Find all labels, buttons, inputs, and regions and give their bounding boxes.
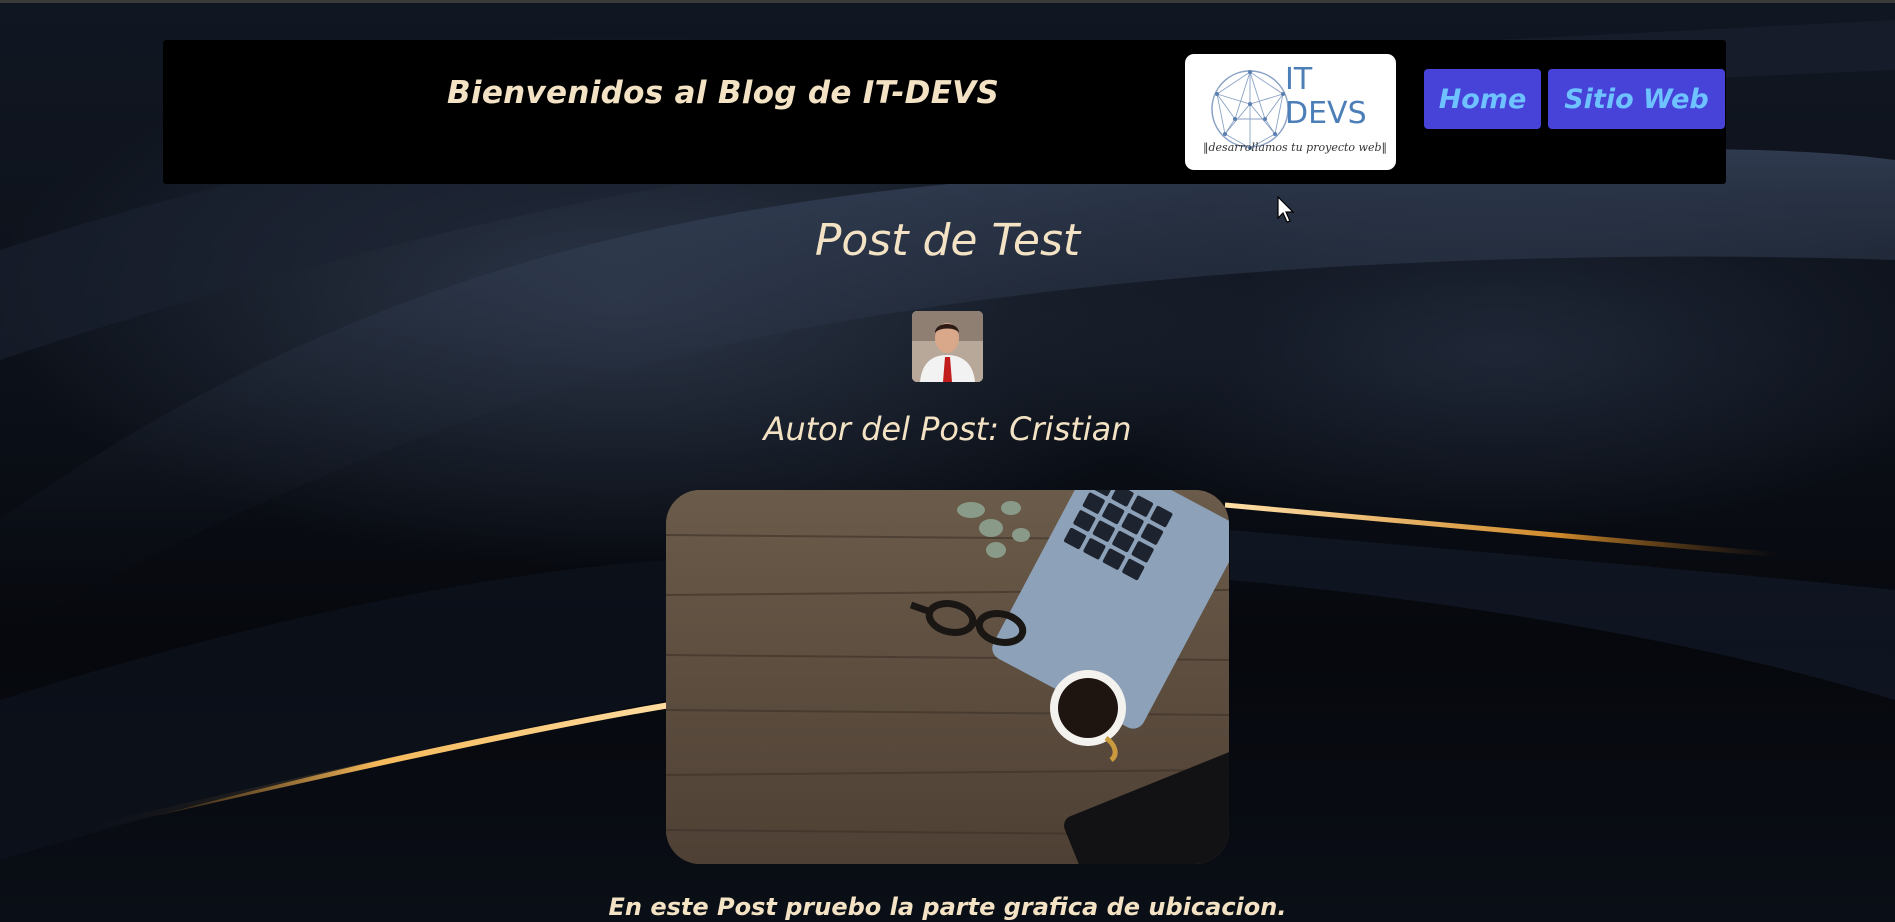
website-button[interactable]: Sitio Web — [1548, 69, 1725, 129]
logo-text-it: IT — [1285, 62, 1313, 97]
home-button[interactable]: Home — [1424, 69, 1541, 129]
site-title: Bienvenidos al Blog de IT-DEVS — [447, 75, 1000, 111]
logo-text-devs: DEVS — [1285, 96, 1367, 131]
logo-tagline: ‖desarrollamos tu proyecto web‖ — [1203, 141, 1387, 154]
post-body-text: En este Post pruebo la parte grafica de … — [608, 893, 1287, 921]
author-avatar — [912, 311, 983, 382]
post-title: Post de Test — [814, 215, 1081, 266]
post-author: Autor del Post: Cristian — [763, 410, 1132, 448]
it-devs-logo[interactable]: IT DEVS ‖desarrollamos tu proyecto web‖ — [1185, 54, 1396, 170]
post-image — [666, 490, 1229, 864]
window-top-border — [0, 0, 1895, 3]
